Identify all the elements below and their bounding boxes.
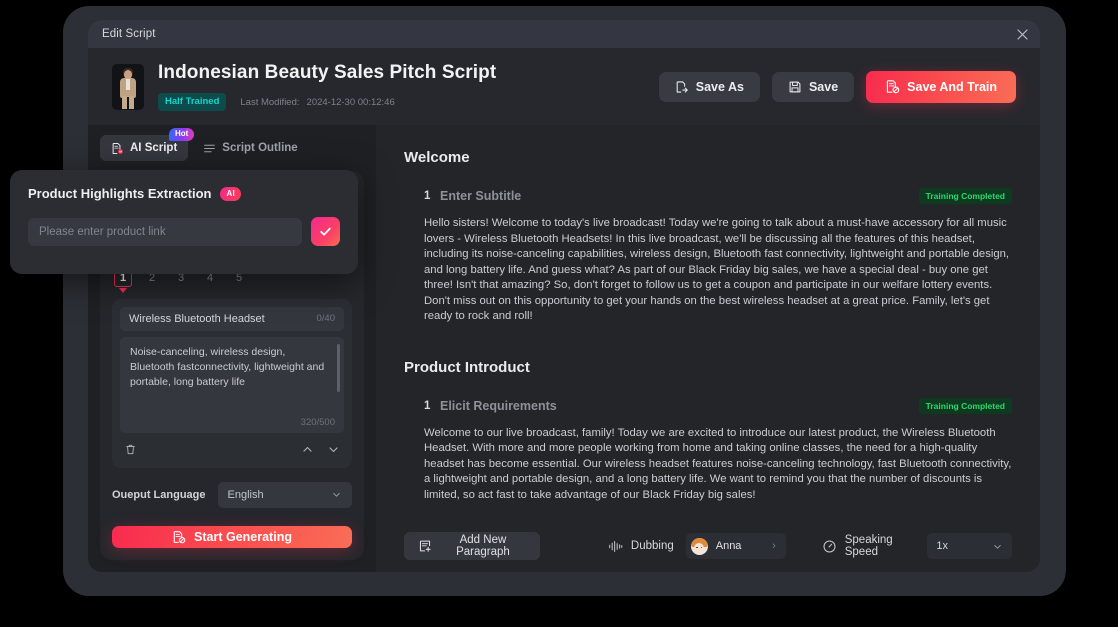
- voice-selector[interactable]: Anna ›: [685, 533, 786, 559]
- tab-ai-script-label: AI Script: [130, 142, 178, 154]
- section-title: Product Introduct: [404, 358, 530, 376]
- trash-icon[interactable]: [124, 443, 137, 456]
- paragraph-header: 1 Enter Subtitle Training Completed: [404, 188, 1012, 204]
- paragraph-index: 1: [424, 399, 431, 412]
- start-generating-button[interactable]: Start Generating: [112, 525, 352, 548]
- script-content-panel: Welcome 1 Enter Subtitle Training Comple…: [376, 125, 1040, 572]
- edit-script-modal: Edit Script Indonesian Beauty Sales Pitc…: [88, 20, 1040, 572]
- start-generating-label: Start Generating: [194, 529, 292, 544]
- paragraph-index: 1: [424, 190, 431, 202]
- product-description-value: Noise-canceling, wireless design, Blueto…: [130, 345, 325, 388]
- output-language-row: Oueput Language English: [112, 481, 352, 508]
- section-product-introduct: Product Introduct 1 Elicit Requirements …: [404, 359, 1012, 504]
- svg-text:AI: AI: [119, 149, 122, 153]
- save-icon: [788, 80, 802, 94]
- tab-script-outline[interactable]: Script Outline: [192, 135, 308, 161]
- save-button[interactable]: Save: [771, 71, 855, 102]
- tab-script-outline-label: Script Outline: [222, 142, 298, 154]
- product-name-value: Wireless Bluetooth Headset: [129, 312, 265, 325]
- outline-icon: [203, 142, 216, 155]
- modal-titlebar: Edit Script: [88, 20, 1040, 48]
- speaking-speed-value: 1x: [936, 540, 948, 552]
- chevron-down-icon[interactable]: [327, 443, 340, 456]
- sidebar-tabs: AI AI Script Hot Script Outline: [88, 125, 376, 161]
- paragraph-header: 1 Elicit Requirements Training Completed: [404, 397, 1012, 414]
- script-bottom-toolbar: Add New Paragraph Dubbing Anna › Speakin…: [376, 520, 1040, 572]
- chevron-down-icon: [992, 541, 1003, 552]
- script-header: Indonesian Beauty Sales Pitch Script Hal…: [88, 48, 1040, 125]
- output-language-label: Oueput Language: [112, 488, 206, 501]
- save-train-icon: [885, 79, 900, 94]
- check-icon: [318, 224, 333, 239]
- output-language-select[interactable]: English: [217, 481, 352, 508]
- product-name-counter: 0/40: [316, 313, 336, 325]
- voice-name: Anna: [715, 540, 742, 552]
- chevron-down-icon: [331, 489, 342, 500]
- save-as-button[interactable]: Save As: [658, 71, 760, 102]
- close-icon[interactable]: [1012, 24, 1032, 44]
- product-name-field[interactable]: Wireless Bluetooth Headset 0/40: [120, 306, 344, 331]
- add-paragraph-icon: [418, 539, 432, 553]
- add-new-paragraph-label: Add New Paragraph: [456, 534, 510, 558]
- product-actions-row: [120, 440, 344, 460]
- add-new-paragraph-button[interactable]: Add New Paragraph: [404, 532, 540, 560]
- avatar: [112, 63, 144, 110]
- description-scrollbar[interactable]: [337, 343, 340, 392]
- product-highlights-extraction-popup: Product Highlights Extraction AI: [10, 170, 358, 274]
- paragraph-body[interactable]: Hello sisters! Welcome to today's live b…: [404, 216, 1012, 325]
- paragraph-block: 1 Elicit Requirements Training Completed…: [404, 397, 1012, 504]
- save-as-label: Save As: [695, 79, 744, 94]
- paragraph-subtitle[interactable]: Elicit Requirements: [440, 399, 919, 413]
- script-scroll-area[interactable]: Welcome 1 Enter Subtitle Training Comple…: [376, 125, 1040, 520]
- training-status-badge: Training Completed: [918, 397, 1012, 414]
- product-link-input[interactable]: [28, 217, 302, 246]
- dubbing-group: Dubbing Anna ›: [608, 533, 786, 559]
- chevron-up-icon[interactable]: [301, 443, 314, 456]
- generate-icon: [172, 530, 186, 544]
- training-status-badge: Training Completed: [918, 188, 1012, 204]
- popup-input-row: [28, 217, 340, 246]
- save-as-icon: [675, 80, 689, 94]
- tab-ai-script[interactable]: AI AI Script Hot: [100, 128, 195, 161]
- speaking-speed-select[interactable]: 1x: [927, 533, 1012, 559]
- dubbing-label: Dubbing: [630, 540, 674, 552]
- ai-badge: AI: [220, 186, 242, 201]
- section-welcome: Welcome 1 Enter Subtitle Training Comple…: [404, 149, 1012, 325]
- paragraph-block: 1 Enter Subtitle Training Completed Hell…: [404, 188, 1012, 325]
- section-title: Welcome: [404, 149, 470, 166]
- speaking-speed-label: Speaking Speed: [844, 534, 893, 558]
- paragraph-body[interactable]: Welcome to our live broadcast, family! T…: [404, 426, 1012, 504]
- waveform-icon: [608, 539, 623, 554]
- last-modified-value: 2024-12-30 00:12:46: [306, 96, 395, 108]
- status-badge: Half Trained: [158, 93, 227, 111]
- confirm-button[interactable]: [311, 217, 340, 246]
- output-language-value: English: [227, 488, 264, 501]
- chevron-right-icon: ›: [772, 540, 776, 552]
- popup-title: Product Highlights Extraction: [28, 186, 212, 201]
- header-meta-row: Half Trained Last Modified: 2024-12-30 0…: [158, 93, 647, 111]
- save-and-train-label: Save And Train: [907, 79, 997, 94]
- product-description-counter: 320/500: [300, 416, 335, 428]
- voice-avatar: [690, 537, 708, 555]
- paragraph-subtitle[interactable]: Enter Subtitle: [440, 189, 919, 203]
- page-title: Indonesian Beauty Sales Pitch Script: [158, 62, 497, 83]
- gauge-icon: [822, 539, 837, 554]
- product-editor-panel: Wireless Bluetooth Headset 0/40 Noise-ca…: [112, 298, 352, 468]
- save-and-train-button[interactable]: Save And Train: [866, 70, 1016, 103]
- modal-title: Edit Script: [102, 28, 156, 40]
- last-modified-label: Last Modified:: [240, 96, 300, 108]
- ai-script-icon: AI: [111, 142, 124, 155]
- speaking-speed-group: Speaking Speed 1x: [822, 533, 1012, 559]
- product-description-field[interactable]: Noise-canceling, wireless design, Blueto…: [120, 336, 344, 433]
- popup-header: Product Highlights Extraction AI: [28, 186, 340, 201]
- hot-badge: Hot: [168, 128, 195, 141]
- save-label: Save: [808, 79, 839, 94]
- header-text-block: Indonesian Beauty Sales Pitch Script Hal…: [158, 62, 647, 111]
